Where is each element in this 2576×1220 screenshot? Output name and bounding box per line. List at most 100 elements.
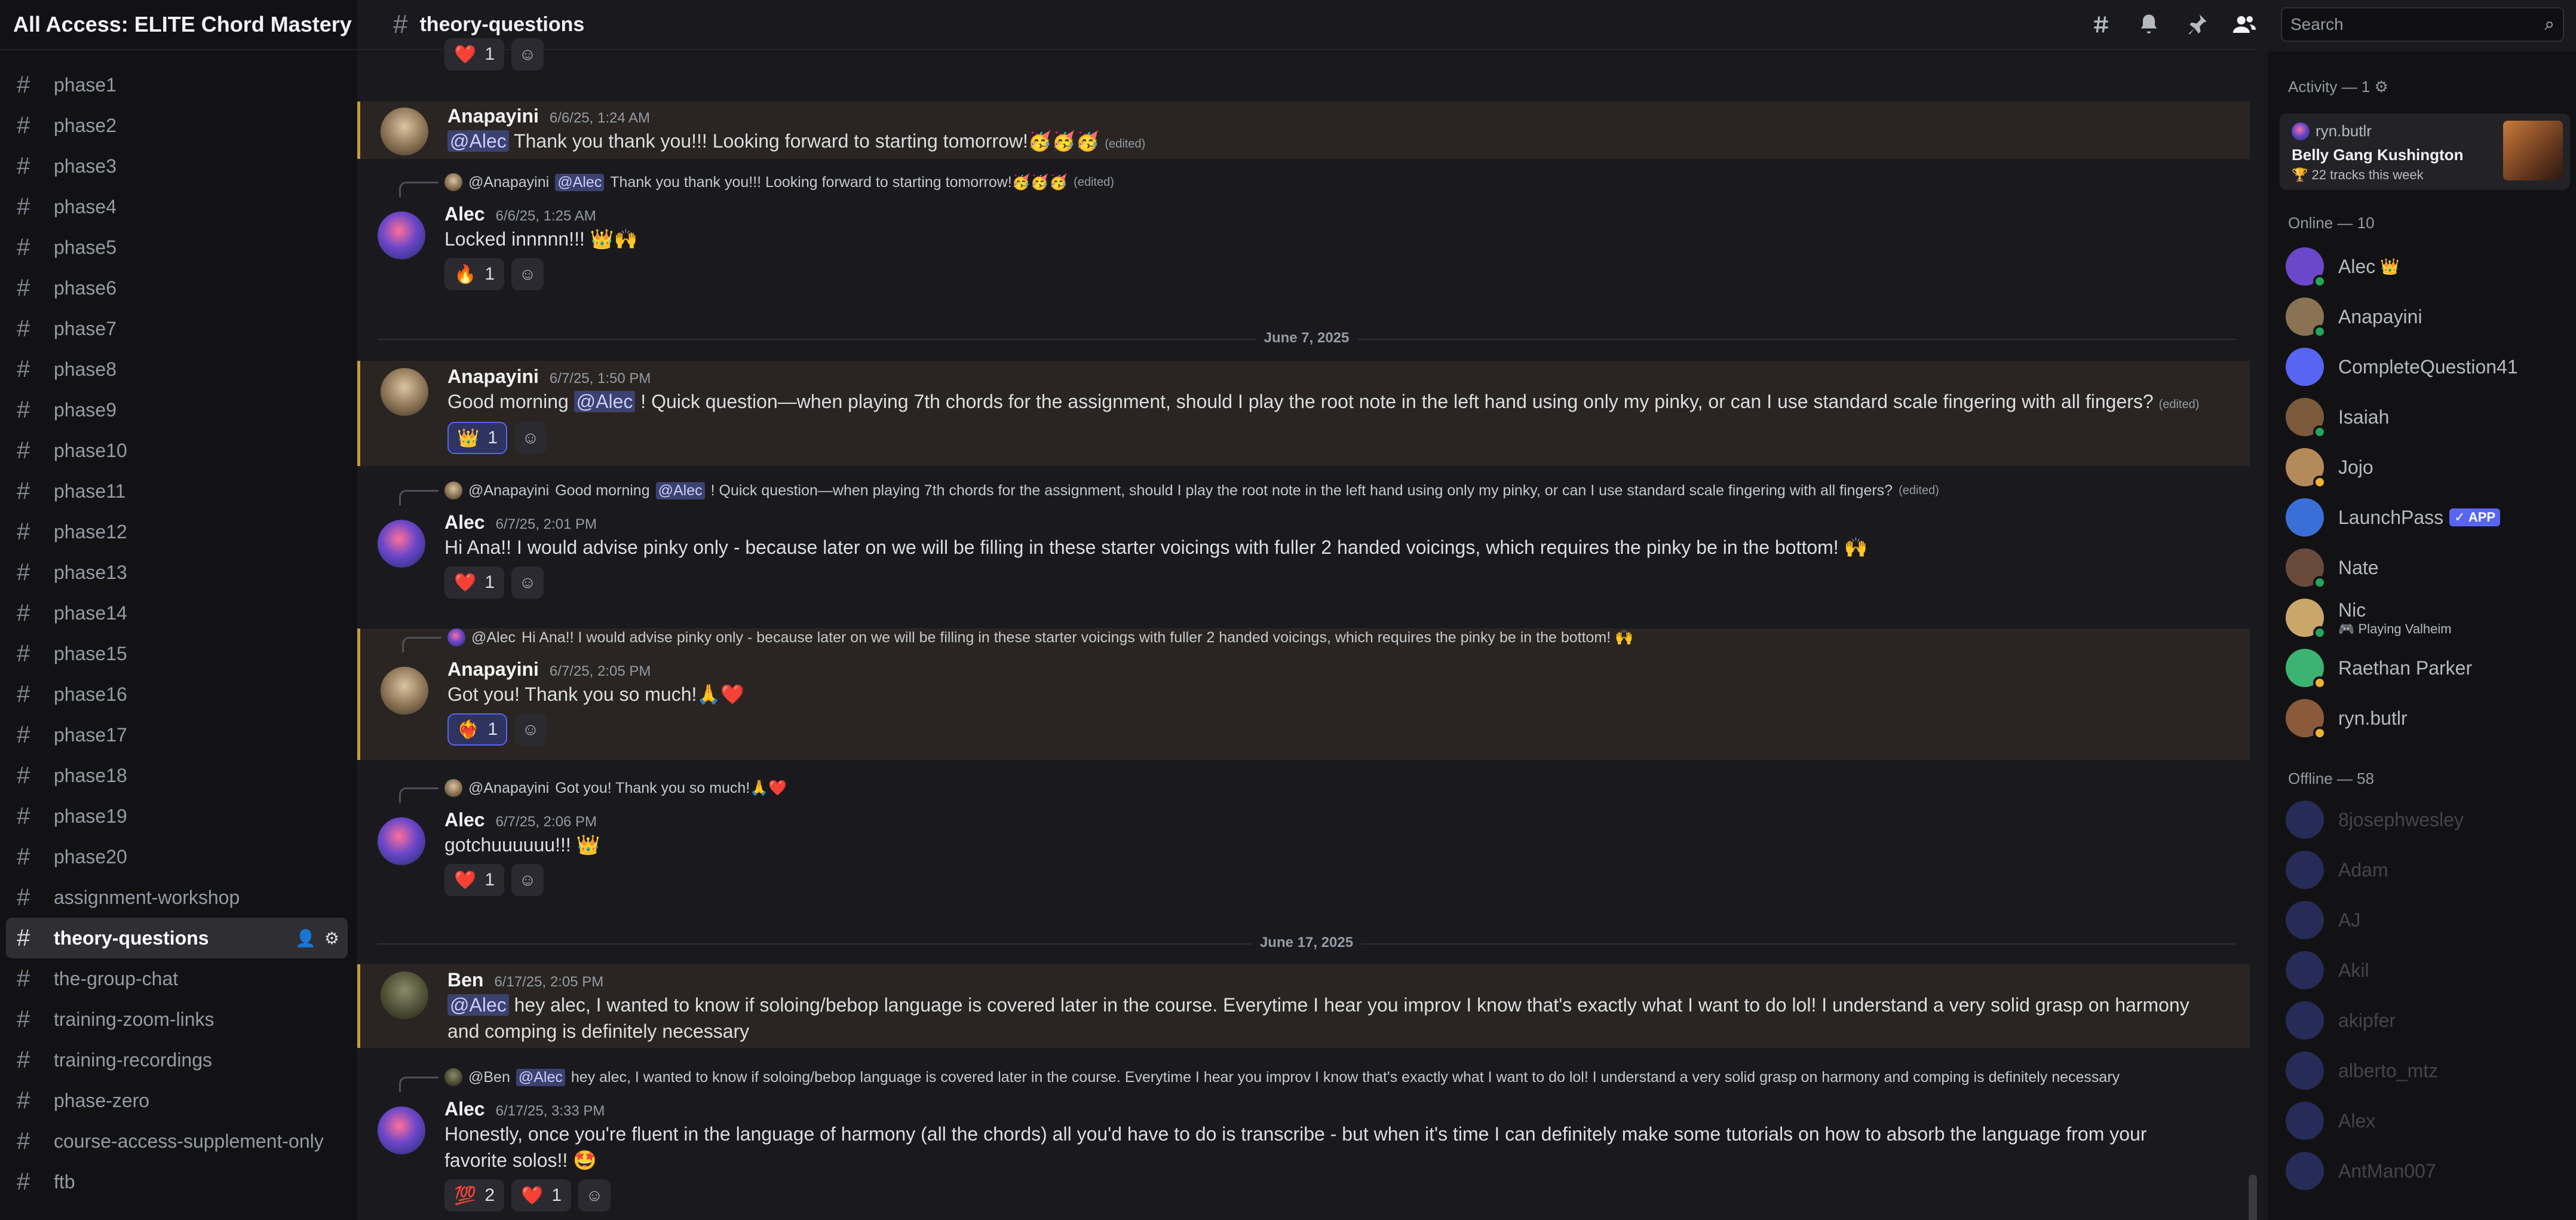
reaction-heart[interactable]: ❤️ 1 — [444, 38, 505, 70]
threads-icon[interactable] — [2087, 11, 2115, 38]
member-item[interactable]: akipfer — [2286, 998, 2566, 1043]
add-reaction-icon[interactable]: ☺ — [511, 258, 544, 290]
channel-item-phase5[interactable]: # phase5 — [6, 227, 348, 268]
author-name[interactable]: Alec — [444, 511, 485, 533]
member-item[interactable]: 8josephwesley — [2286, 797, 2566, 842]
author-name[interactable]: Anapayini — [447, 366, 539, 387]
channel-item-course-access-supplement-only[interactable]: # course-access-supplement-only — [6, 1121, 348, 1161]
member-item[interactable]: AJ — [2286, 897, 2566, 943]
member-item[interactable]: Nic 🎮 Playing Valheim — [2286, 595, 2566, 640]
channel-item-phase15[interactable]: # phase15 — [6, 633, 348, 674]
gear-icon[interactable]: ⚙ — [2374, 78, 2388, 96]
member-item[interactable]: Alex — [2286, 1098, 2566, 1144]
reaction-heart[interactable]: ❤️ 1 — [511, 1179, 572, 1212]
message[interactable]: Anapayini 6/7/25, 1:50 PM Good morning @A… — [357, 361, 2250, 466]
reply-preview[interactable]: @Ben @Alec hey alec, I wanted to know if… — [444, 1068, 2120, 1086]
avatar[interactable] — [381, 368, 428, 416]
member-item[interactable]: Raethan Parker — [2286, 645, 2566, 691]
reaction-hundred[interactable]: 💯 2 — [444, 1179, 505, 1212]
member-item[interactable]: Anapayini — [2286, 294, 2566, 339]
channel-item-phase11[interactable]: # phase11 — [6, 471, 348, 511]
invite-icon[interactable]: 👤 — [295, 928, 316, 948]
member-item[interactable]: AntMan007 — [2286, 1148, 2566, 1194]
add-reaction-icon[interactable]: ☺ — [514, 422, 547, 454]
search-box[interactable]: ⌕ — [2281, 7, 2564, 42]
member-item[interactable]: alberto_mtz — [2286, 1048, 2566, 1093]
member-item[interactable]: Alec 👑 — [2286, 244, 2566, 289]
reaction-heart[interactable]: ❤️ 1 — [444, 566, 505, 599]
user-mention[interactable]: @Alec — [574, 391, 636, 412]
channel-item-the-group-chat[interactable]: # the-group-chat — [6, 958, 348, 999]
author-name[interactable]: Alec — [444, 809, 485, 830]
add-reaction-icon[interactable]: ☺ — [511, 566, 544, 599]
message[interactable]: @Ben @Alec hey alec, I wanted to know if… — [357, 1068, 2250, 1220]
add-reaction-icon[interactable]: ☺ — [511, 864, 544, 896]
channel-item-phase2[interactable]: # phase2 — [6, 105, 348, 146]
channel-item-phase7[interactable]: # phase7 — [6, 308, 348, 349]
channel-item-phase8[interactable]: # phase8 — [6, 349, 348, 390]
add-reaction-icon[interactable]: ☺ — [511, 38, 544, 70]
avatar[interactable] — [378, 520, 425, 568]
activity-card[interactable]: ryn.butlr Belly Gang Kushington 🏆 22 tra… — [2280, 114, 2570, 190]
members-icon[interactable] — [2231, 11, 2258, 38]
channel-item-phase18[interactable]: # phase18 — [6, 755, 348, 796]
message[interactable]: @Anapayini @Alec Thank you thank you!!! … — [357, 173, 2250, 305]
scrollbar[interactable] — [2249, 1175, 2257, 1220]
channel-item-phase19[interactable]: # phase19 — [6, 796, 348, 836]
member-item[interactable]: LaunchPass ✓ APP — [2286, 495, 2566, 540]
member-item[interactable]: Jojo — [2286, 445, 2566, 490]
avatar[interactable] — [381, 971, 428, 1019]
reaction-heart-fire[interactable]: ❤️‍🔥 1 — [447, 713, 508, 746]
user-mention[interactable]: @Alec — [447, 130, 509, 152]
avatar[interactable] — [381, 108, 428, 155]
channel-item-theory-questions[interactable]: # theory-questions 👤 ⚙ — [6, 918, 348, 958]
channel-item-phase6[interactable]: # phase6 — [6, 268, 348, 308]
message[interactable]: @Alec Hi Ana!! I would advise pinky only… — [357, 629, 2250, 760]
reaction-fire[interactable]: 🔥 1 — [444, 258, 505, 290]
channel-item-phase1[interactable]: # phase1 — [6, 65, 348, 105]
channel-item-assignment-workshop[interactable]: # assignment-workshop — [6, 877, 348, 918]
channel-item-phase-zero[interactable]: # phase-zero — [6, 1080, 348, 1121]
member-item[interactable]: Isaiah — [2286, 394, 2566, 440]
channel-item-phase10[interactable]: # phase10 — [6, 430, 348, 471]
channel-item-phase12[interactable]: # phase12 — [6, 511, 348, 552]
channel-item-phase9[interactable]: # phase9 — [6, 390, 348, 430]
author-name[interactable]: Alec — [444, 203, 485, 225]
member-item[interactable]: Akil — [2286, 948, 2566, 993]
author-name[interactable]: Ben — [447, 969, 483, 991]
avatar[interactable] — [378, 1106, 425, 1154]
reaction-crown[interactable]: 👑 1 — [447, 422, 508, 454]
member-item[interactable]: Nate — [2286, 545, 2566, 590]
user-mention[interactable]: @Alec — [447, 994, 509, 1016]
author-name[interactable]: Anapayini — [447, 105, 539, 127]
avatar[interactable] — [378, 817, 425, 865]
reply-preview[interactable]: @Anapayini Good morning @Alec ! Quick qu… — [444, 482, 1939, 499]
member-item[interactable]: Adam — [2286, 847, 2566, 893]
gear-icon[interactable]: ⚙ — [324, 928, 339, 948]
bell-icon[interactable] — [2135, 11, 2163, 38]
channel-item-phase17[interactable]: # phase17 — [6, 715, 348, 755]
avatar[interactable] — [381, 667, 428, 715]
reply-preview[interactable]: @Anapayini @Alec Thank you thank you!!! … — [444, 173, 1114, 191]
author-name[interactable]: Anapayini — [447, 658, 539, 680]
channel-item-training-zoom-links[interactable]: # training-zoom-links — [6, 999, 348, 1040]
pin-icon[interactable] — [2183, 11, 2210, 38]
add-reaction-icon[interactable]: ☺ — [514, 713, 547, 746]
reply-preview[interactable]: @Anapayini Got you! Thank you so much!🙏❤… — [444, 779, 787, 797]
channel-item-phase3[interactable]: # phase3 — [6, 146, 348, 186]
channel-item-phase20[interactable]: # phase20 — [6, 836, 348, 877]
server-header[interactable]: All Access: ELITE Chord Mastery B... ⌄ — [0, 0, 412, 50]
channel-item-phase4[interactable]: # phase4 — [6, 186, 348, 227]
message[interactable]: Anapayini 6/6/25, 1:24 AM @Alec Thank you… — [357, 102, 2250, 159]
member-item[interactable]: ryn.butlr — [2286, 695, 2566, 741]
author-name[interactable]: Alec — [444, 1098, 485, 1120]
channel-item-phase14[interactable]: # phase14 — [6, 593, 348, 633]
message[interactable]: @Anapayini Good morning @Alec ! Quick qu… — [357, 482, 2250, 613]
channel-item-ftb[interactable]: # ftb — [6, 1161, 348, 1202]
search-input[interactable] — [2290, 15, 2545, 34]
channel-item-phase16[interactable]: # phase16 — [6, 674, 348, 715]
avatar[interactable] — [378, 211, 425, 259]
reply-preview[interactable]: @Alec Hi Ana!! I would advise pinky only… — [447, 629, 1633, 646]
member-item[interactable]: CompleteQuestion41 — [2286, 344, 2566, 390]
reaction-heart[interactable]: ❤️ 1 — [444, 864, 505, 896]
